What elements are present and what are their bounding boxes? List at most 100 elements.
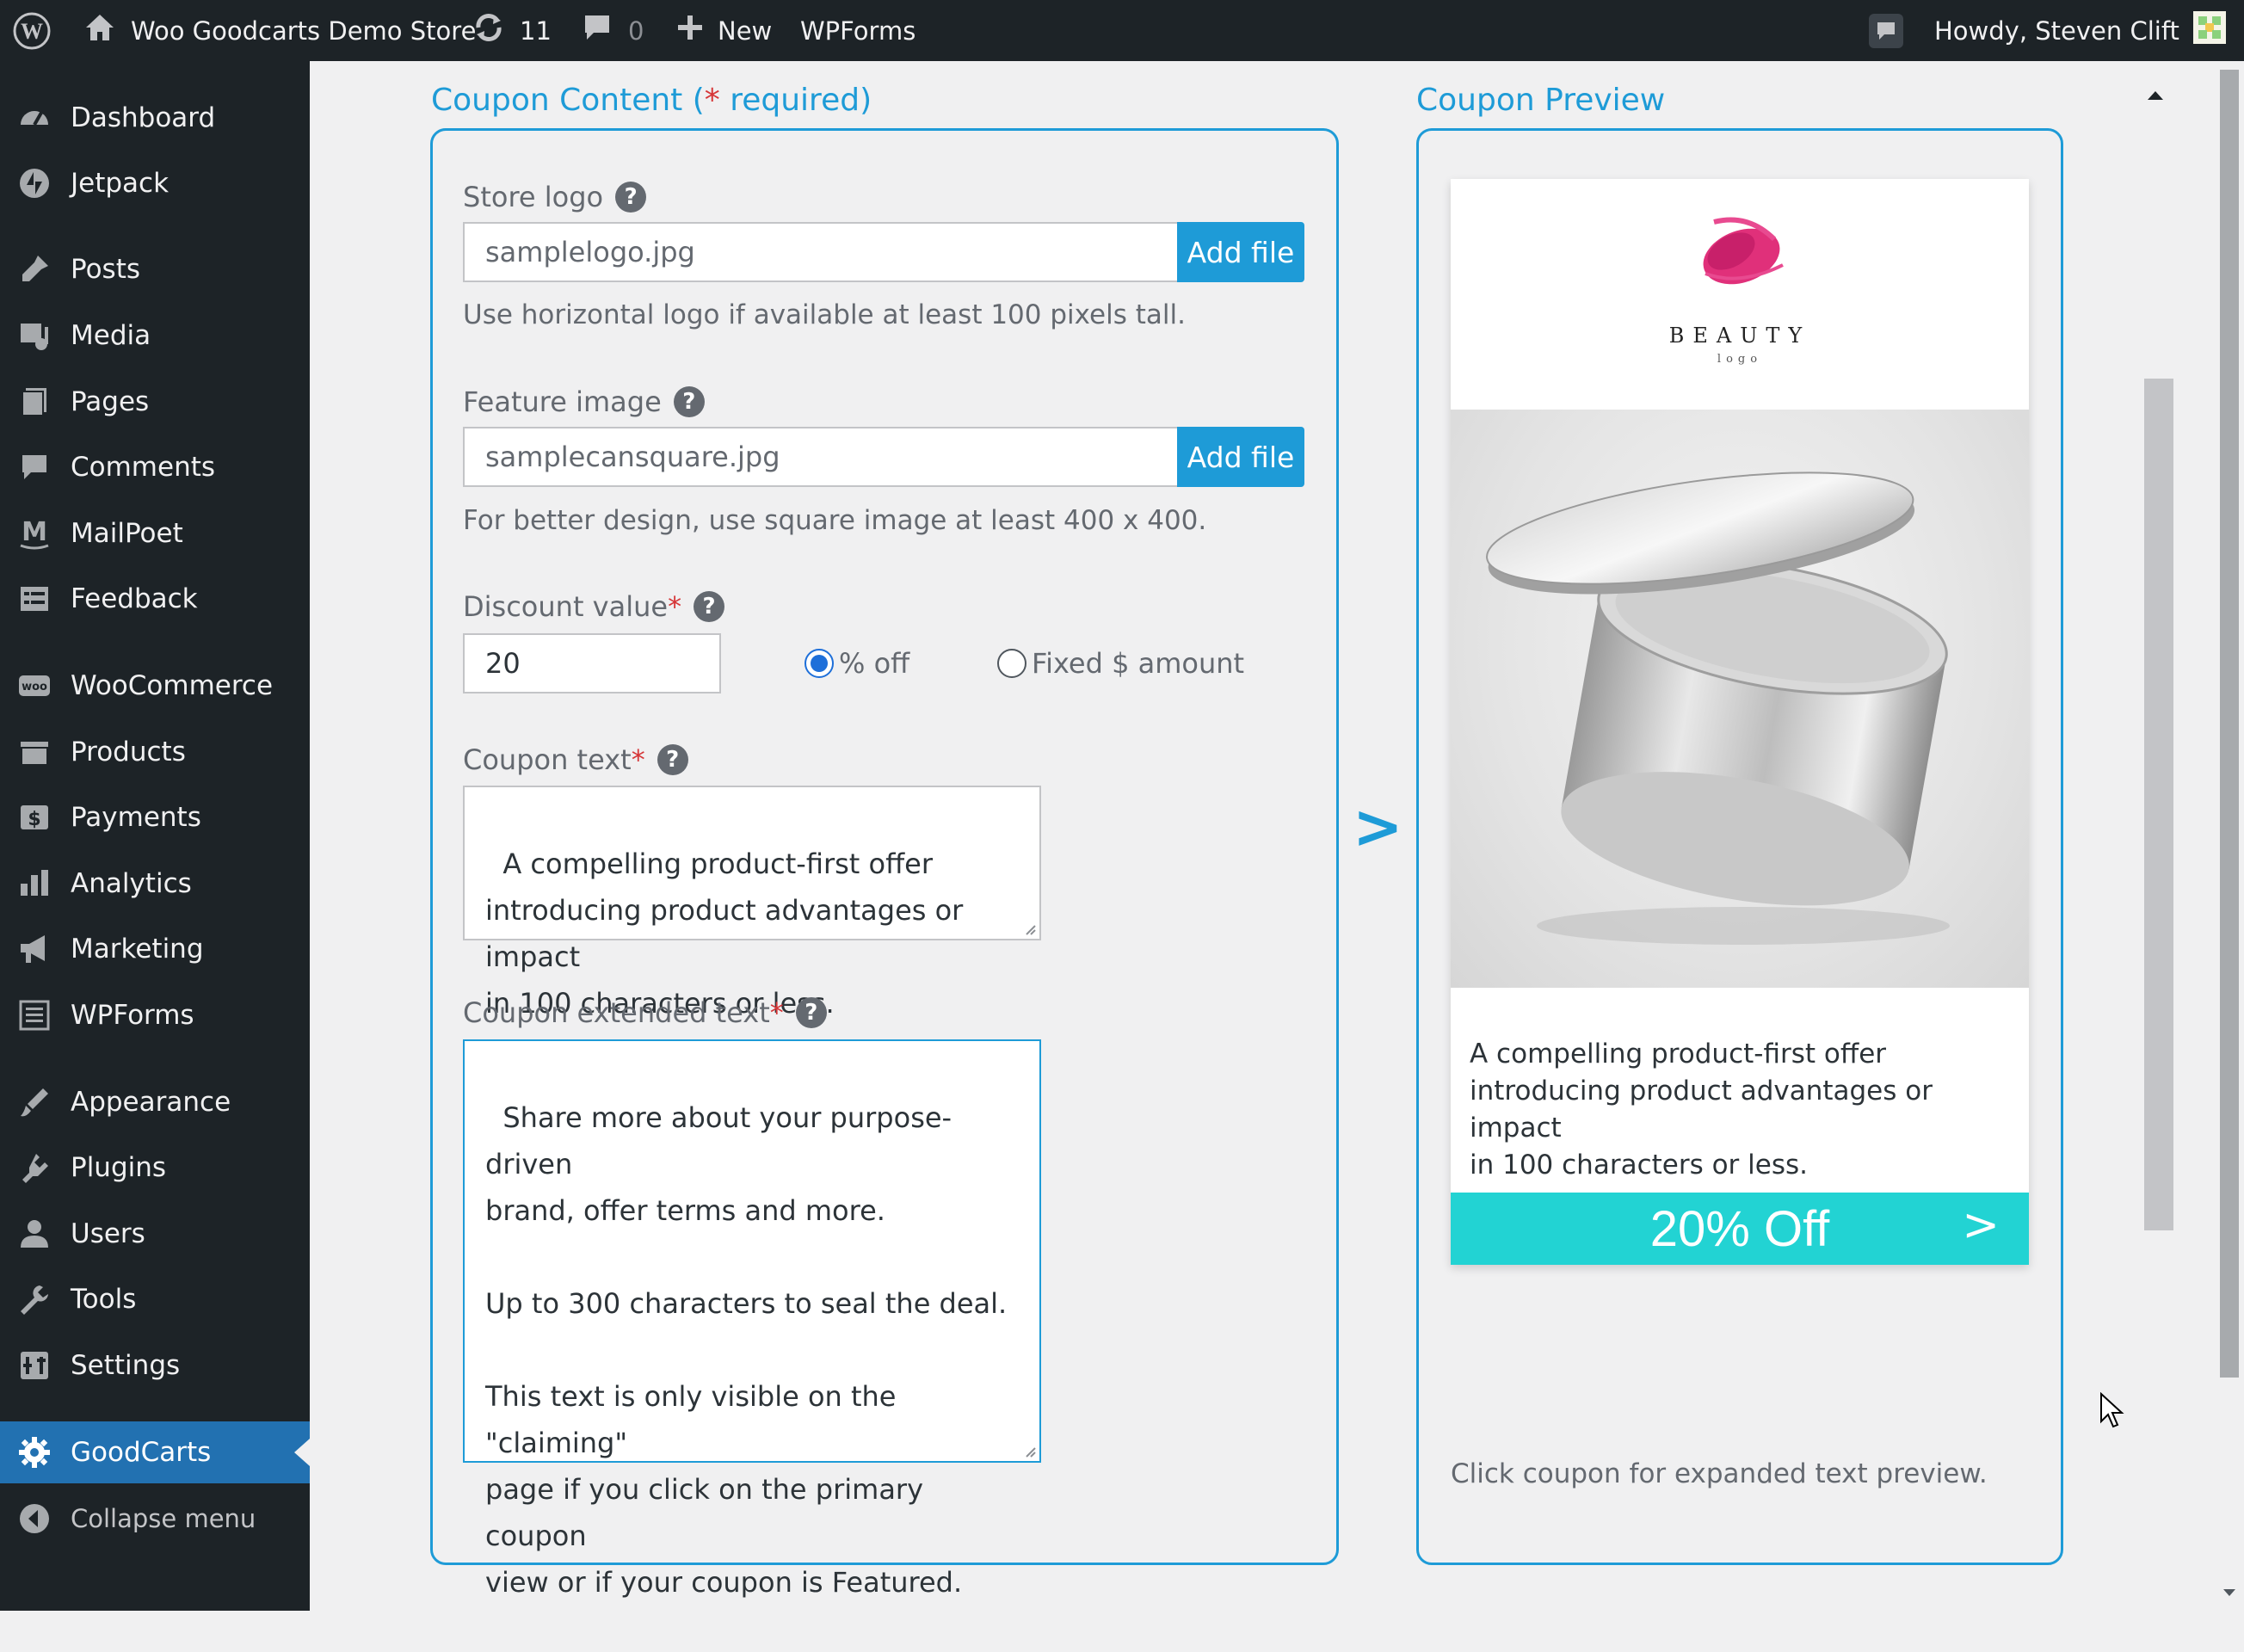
coupon-content-title: Coupon Content (* required)	[431, 83, 872, 118]
sidebar-item-tools[interactable]: Tools	[0, 1268, 310, 1330]
sidebar-item-goodcarts[interactable]: GoodCarts	[0, 1421, 310, 1483]
sidebar-item-wpforms[interactable]: WPForms	[0, 984, 310, 1046]
resize-grip-icon[interactable]	[1022, 1444, 1036, 1458]
home-icon	[83, 10, 117, 51]
comments-count: 0	[628, 15, 644, 46]
coupon-preview-card[interactable]: BEAUTY logo A compelling product-first o…	[1451, 179, 2029, 1265]
wpforms-link[interactable]: WPForms	[800, 0, 915, 61]
store-logo-hint: Use horizontal logo if available at leas…	[463, 299, 1186, 330]
coupon-text-label: Coupon text * ?	[463, 740, 688, 780]
page-scrollbar-thumb[interactable]	[2220, 70, 2239, 1378]
wordpress-logo-icon[interactable]: W	[12, 0, 52, 61]
feature-image-input[interactable]: samplecansquare.jpg	[463, 427, 1179, 487]
cta-label: 20% Off	[1649, 1200, 1830, 1257]
sidebar-item-label: GoodCarts	[71, 1437, 212, 1468]
comments-link[interactable]: 0	[582, 0, 644, 61]
resize-grip-icon[interactable]	[1022, 922, 1036, 935]
preview-scrollbar-thumb[interactable]	[2144, 379, 2173, 1230]
wpforms-label: WPForms	[800, 15, 916, 46]
coupon-preview-title: Coupon Preview	[1416, 83, 1666, 118]
label-text: Coupon text	[463, 743, 632, 776]
sidebar-item-label: Users	[71, 1218, 145, 1249]
sidebar-item-plugins[interactable]: Plugins	[0, 1137, 310, 1199]
notifications-icon[interactable]	[1867, 0, 1905, 61]
title-text: Coupon Content (	[431, 83, 705, 118]
coupon-extended-text-textarea[interactable]: Share more about your purpose-driven bra…	[463, 1039, 1041, 1599]
sidebar-item-label: Appearance	[71, 1087, 231, 1118]
analytics-icon	[15, 865, 53, 903]
feature-image-hint: For better design, use square image at l…	[463, 505, 1207, 536]
sidebar-item-appearance[interactable]: Appearance	[0, 1071, 310, 1133]
site-name-link[interactable]: Woo Goodcarts Demo Store	[83, 0, 476, 61]
sidebar-item-label: Settings	[71, 1350, 181, 1381]
users-icon	[15, 1215, 53, 1253]
label-text: Feature image	[463, 385, 662, 418]
sidebar-item-label: Media	[71, 320, 151, 351]
my-account-link[interactable]: Howdy, Steven Clift	[1934, 0, 2226, 61]
coupon-text-textarea[interactable]: A compelling product-first offer introdu…	[463, 786, 1041, 1020]
percent-off-radio[interactable]: % off	[805, 647, 909, 680]
sidebar-item-marketing[interactable]: Marketing	[0, 918, 310, 980]
sidebar-item-woocommerce[interactable]: woo WooCommerce	[0, 655, 310, 717]
fixed-amount-radio[interactable]: Fixed $ amount	[997, 647, 1244, 680]
discount-value-input[interactable]: 20	[463, 633, 721, 693]
sidebar-item-label: Marketing	[71, 934, 204, 965]
settings-icon	[15, 1347, 53, 1384]
feature-image-add-file-button[interactable]: Add file	[1177, 427, 1304, 487]
sidebar-item-pages[interactable]: Pages	[0, 371, 310, 433]
scroll-down-arrow-icon[interactable]	[2223, 1589, 2235, 1596]
store-logo-add-file-button[interactable]: Add file	[1177, 222, 1304, 282]
svg-text:M: M	[22, 517, 47, 547]
collapse-menu-button[interactable]: Collapse menu	[0, 1488, 310, 1550]
jetpack-icon	[15, 164, 53, 202]
sidebar-item-mailpoet[interactable]: M MailPoet	[0, 502, 310, 564]
sidebar-item-label: Collapse menu	[71, 1504, 256, 1533]
logo-wordmark: BEAUTY	[1668, 324, 1811, 348]
help-icon[interactable]: ?	[795, 997, 827, 1028]
help-icon[interactable]: ?	[615, 182, 647, 213]
radio-button[interactable]	[997, 649, 1026, 678]
sidebar-item-settings[interactable]: Settings	[0, 1335, 310, 1396]
collapse-up-icon[interactable]	[2148, 91, 2163, 100]
arrow-right-icon: >	[1353, 792, 1403, 862]
sidebar-item-jetpack[interactable]: Jetpack	[0, 152, 310, 214]
chevron-right-icon: >	[1962, 1199, 2000, 1251]
store-logo-input[interactable]: samplelogo.jpg	[463, 222, 1179, 282]
radio-label: % off	[839, 647, 910, 680]
help-icon[interactable]: ?	[657, 744, 688, 775]
required-star: *	[668, 590, 682, 623]
coupon-body-text: A compelling product-first offer introdu…	[1470, 1039, 1933, 1180]
updates-count: 11	[520, 15, 552, 46]
beauty-logo-image	[1703, 217, 1784, 285]
coupon-extended-text-label: Coupon extended text * ?	[463, 993, 827, 1032]
sidebar-item-label: Payments	[71, 802, 201, 833]
page-scrollbar[interactable]	[2215, 61, 2244, 1611]
sidebar-item-dashboard[interactable]: Dashboard	[0, 87, 310, 149]
logo-subtext: logo	[1717, 353, 1763, 366]
sidebar-item-comments[interactable]: Comments	[0, 436, 310, 498]
label-text: Discount value	[463, 590, 669, 623]
sidebar-item-media[interactable]: Media	[0, 305, 310, 367]
discount-value-label: Discount value * ?	[463, 587, 725, 626]
help-icon[interactable]: ?	[694, 591, 725, 622]
new-content-link[interactable]: New	[676, 0, 772, 61]
help-icon[interactable]: ?	[673, 386, 705, 417]
sidebar-item-feedback[interactable]: Feedback	[0, 568, 310, 630]
sidebar-item-label: Comments	[71, 452, 216, 483]
sidebar-item-posts[interactable]: Posts	[0, 238, 310, 300]
required-star: *	[769, 996, 784, 1029]
sidebar-item-payments[interactable]: $ Payments	[0, 786, 310, 848]
title-required-text: required)	[719, 83, 872, 118]
feature-image-label: Feature image ?	[463, 382, 705, 422]
avatar	[2192, 11, 2226, 50]
radio-label: Fixed $ amount	[1032, 647, 1245, 680]
comment-icon	[582, 12, 613, 49]
sidebar-item-users[interactable]: Users	[0, 1203, 310, 1265]
sidebar-item-analytics[interactable]: Analytics	[0, 853, 310, 915]
updates-link[interactable]: 11	[472, 0, 552, 61]
claim-coupon-button[interactable]: 20% Off >	[1451, 1193, 2029, 1265]
radio-button-selected[interactable]	[805, 649, 834, 678]
pages-icon	[15, 383, 53, 421]
sidebar-item-label: Feedback	[71, 583, 198, 614]
sidebar-item-products[interactable]: Products	[0, 721, 310, 783]
